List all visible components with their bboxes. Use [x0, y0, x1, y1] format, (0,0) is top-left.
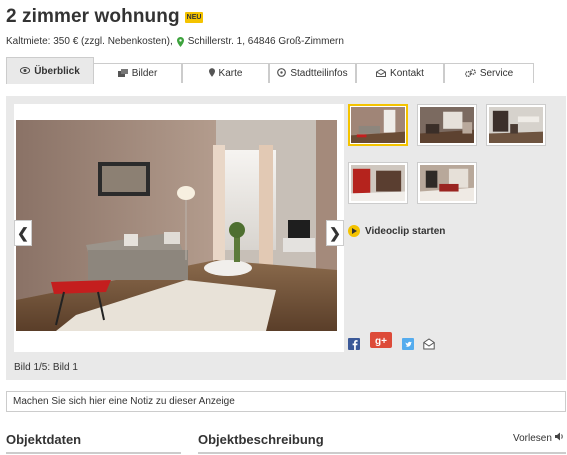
envelope-icon [376, 68, 387, 79]
objektdaten-divider [6, 452, 181, 454]
thumbnail-3[interactable] [486, 104, 546, 146]
gears-icon [464, 68, 476, 79]
rent-text: Kaltmiete: 350 € (zzgl. Nebenkosten), [6, 36, 173, 47]
read-aloud-label: Vorlesen [513, 432, 552, 444]
main-image-frame: ❮ ❯ [14, 104, 344, 352]
thumbnail-1[interactable] [348, 104, 408, 146]
main-photo[interactable] [16, 120, 337, 331]
images-icon [117, 68, 128, 79]
note-input[interactable]: Machen Sie sich hier eine Notiz zu diese… [6, 391, 566, 412]
facebook-icon[interactable] [348, 338, 360, 353]
map-pin-icon [208, 68, 215, 79]
tab-label: Service [479, 68, 514, 79]
image-caption: Bild 1/5: Bild 1 [14, 362, 78, 373]
previous-image-button[interactable]: ❮ [14, 220, 32, 246]
thumbnail-2[interactable] [417, 104, 477, 146]
page-title: 2 zimmer wohnung [6, 6, 180, 27]
tab-label: Überblick [34, 65, 80, 77]
play-icon [348, 225, 360, 237]
listing-header: 2 zimmer wohnung NEU [6, 6, 204, 28]
tab-label: Kontakt [390, 68, 424, 79]
video-clip-link[interactable]: Videoclip starten [348, 225, 445, 237]
map-pin-icon [176, 36, 184, 47]
objektbeschreibung-heading: Objektbeschreibung [198, 432, 324, 447]
video-clip-label: Videoclip starten [365, 225, 446, 237]
speaker-icon [554, 432, 565, 444]
tab-karte[interactable]: Karte [182, 63, 269, 83]
new-badge: NEU [184, 11, 204, 23]
listing-subline: Kaltmiete: 350 € (zzgl. Nebenkosten), Sc… [6, 36, 344, 47]
objektdaten-heading: Objektdaten [6, 432, 82, 447]
image-gallery: ❮ ❯ Bild 1/5: Bild 1 Videoclip starten g… [6, 96, 566, 380]
address-link[interactable]: Schillerstr. 1, 64846 Groß-Zimmern [188, 36, 344, 47]
tab-kontakt[interactable]: Kontakt [356, 63, 444, 83]
listing-tabs: Überblick Bilder Karte Stadtteilinfos Ko… [6, 57, 566, 84]
google-plus-icon[interactable]: g+ [370, 332, 392, 351]
objektbeschreibung-divider [198, 452, 566, 454]
tab-service[interactable]: Service [444, 63, 534, 83]
read-aloud-button[interactable]: Vorlesen [513, 432, 565, 444]
email-share-icon[interactable] [423, 338, 435, 353]
thumbnail-4[interactable] [348, 162, 408, 204]
tab-stadtteilinfos[interactable]: Stadtteilinfos [269, 63, 356, 83]
twitter-icon[interactable] [402, 338, 414, 353]
tab-label: Bilder [131, 68, 158, 79]
tab-bilder[interactable]: Bilder [93, 63, 182, 83]
tab-label: Karte [218, 68, 243, 79]
info-circle-icon [277, 68, 287, 79]
thumbnail-5[interactable] [417, 162, 477, 204]
svg-text:g+: g+ [375, 336, 387, 347]
tab-ueberblick[interactable]: Überblick [6, 57, 94, 84]
tab-label: Stadtteilinfos [290, 68, 348, 79]
eye-icon [20, 66, 31, 76]
next-image-button[interactable]: ❯ [326, 220, 344, 246]
